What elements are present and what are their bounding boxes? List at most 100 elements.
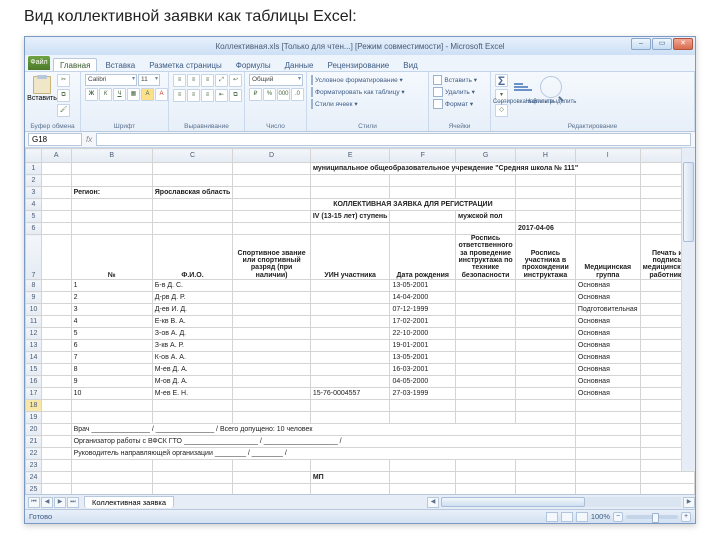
row-23[interactable]: 23 <box>26 460 695 472</box>
tab-layout[interactable]: Разметка страницы <box>143 59 228 71</box>
tab-nav-prev[interactable]: ◀ <box>41 497 53 508</box>
sort-filter-button[interactable]: Сортировка и фильтр <box>510 74 536 118</box>
format-cells-button[interactable]: Формат ▾ <box>433 98 477 109</box>
row-1[interactable]: 1муниципальное общеобразовательное учреж… <box>26 163 695 175</box>
row-11[interactable]: 114Е-кв В. А.17-02-2001Основная <box>26 316 695 328</box>
find-select-button[interactable]: Найти и выделить <box>538 74 564 118</box>
row-10[interactable]: 103Д-ев И. Д.07-12-1999Подготовительная <box>26 304 695 316</box>
row-17[interactable]: 1710М-ев Е. Н.15-76-000455727-03-1999Осн… <box>26 388 695 400</box>
row-21[interactable]: 21Организатор работы с ВФСК ГТО ________… <box>26 436 695 448</box>
close-button[interactable]: ✕ <box>673 38 693 50</box>
underline-button[interactable]: Ч <box>113 88 126 101</box>
row-18[interactable]: 18 <box>26 400 695 412</box>
inc-decimal-button[interactable]: .0 <box>291 88 304 101</box>
clear-button[interactable]: ◇ <box>495 104 508 117</box>
row-12[interactable]: 125З-ов А. Д.22-10-2000Основная <box>26 328 695 340</box>
autosum-button[interactable]: Σ <box>495 74 508 87</box>
hscroll-thumb[interactable] <box>441 497 585 507</box>
scroll-left-button[interactable]: ◀ <box>427 497 439 508</box>
zoom-controls: 100% − + <box>546 512 691 522</box>
row-9[interactable]: 92Д-рв Д. Р.14-04-2000Основная <box>26 292 695 304</box>
ribbon-body: Вставить ✂ ⧉ 🖌 Буфер обмена Calibri 11 <box>25 71 695 131</box>
vertical-scrollbar[interactable] <box>681 148 695 471</box>
tab-formulas[interactable]: Формулы <box>230 59 277 71</box>
row-5[interactable]: 5IV (13-15 лет) ступеньмужской пол <box>26 211 695 223</box>
row-15[interactable]: 158М-ев Д. А.16-03-2001Основная <box>26 364 695 376</box>
copy-icon[interactable]: ⧉ <box>57 89 70 102</box>
clipboard-label: Буфер обмена <box>29 123 76 131</box>
view-break-button[interactable] <box>576 512 588 522</box>
bold-button[interactable]: Ж <box>85 88 98 101</box>
format-painter-icon[interactable]: 🖌 <box>57 104 70 117</box>
row-14[interactable]: 147К-ов А. А.13-05-2001Основная <box>26 352 695 364</box>
tab-insert[interactable]: Вставка <box>99 59 141 71</box>
zoom-in-button[interactable]: + <box>681 512 691 522</box>
align-center-button[interactable]: ≡ <box>187 89 200 102</box>
orientation-button[interactable]: ⤢ <box>215 74 228 87</box>
font-name-dropdown[interactable]: Calibri <box>85 74 137 86</box>
currency-button[interactable]: ₽ <box>249 88 262 101</box>
conditional-formatting-button[interactable]: Условное форматирование ▾ <box>311 74 355 85</box>
row-7[interactable]: 7№Ф.И.О.Спортивное звание или спортивный… <box>26 235 695 280</box>
fill-color-button[interactable]: А <box>141 88 154 101</box>
font-size-dropdown[interactable]: 11 <box>138 74 160 86</box>
align-middle-button[interactable]: ≡ <box>187 74 200 87</box>
row-22[interactable]: 22Руководитель направляющей организации … <box>26 448 695 460</box>
format-as-table-button[interactable]: Форматировать как таблицу ▾ <box>311 86 355 97</box>
row-4[interactable]: 4КОЛЛЕКТИВНАЯ ЗАЯВКА ДЛЯ РЕГИСТРАЦИИ <box>26 199 695 211</box>
row-3[interactable]: 3Регион:Ярославская область <box>26 187 695 199</box>
align-right-button[interactable]: ≡ <box>201 89 214 102</box>
row-20[interactable]: 20Врач _______________ / _______________… <box>26 424 695 436</box>
paste-button[interactable]: Вставить <box>29 74 55 118</box>
merge-button[interactable]: ⧉ <box>229 89 242 102</box>
fx-icon[interactable]: fx <box>86 135 92 144</box>
sheet-tab[interactable]: Коллективная заявка <box>84 496 174 508</box>
italic-button[interactable]: К <box>99 88 112 101</box>
tab-nav-next[interactable]: ▶ <box>54 497 66 508</box>
name-box[interactable]: G18 <box>28 133 82 146</box>
paste-icon <box>33 76 51 94</box>
align-left-button[interactable]: ≡ <box>173 89 186 102</box>
view-normal-button[interactable] <box>546 512 558 522</box>
scroll-right-button[interactable]: ▶ <box>683 497 695 508</box>
cut-icon[interactable]: ✂ <box>57 74 70 87</box>
delete-cells-button[interactable]: Удалить ▾ <box>433 86 477 97</box>
number-format-dropdown[interactable]: Общий <box>249 74 303 86</box>
row-16[interactable]: 169М-ов Д. А.04-05-2000Основная <box>26 376 695 388</box>
wrap-text-button[interactable]: ↩ <box>229 74 242 87</box>
tab-review[interactable]: Рецензирование <box>321 59 395 71</box>
zoom-slider[interactable] <box>626 515 678 519</box>
scroll-thumb[interactable] <box>683 162 694 242</box>
column-headers[interactable]: ABCDEFGHI <box>26 149 695 163</box>
tab-nav-last[interactable]: ⏭ <box>67 497 79 508</box>
zoom-out-button[interactable]: − <box>613 512 623 522</box>
formula-bar-row: G18 fx <box>25 132 695 148</box>
minimize-button[interactable]: – <box>631 38 651 50</box>
indent-dec-button[interactable]: ⇤ <box>215 89 228 102</box>
align-bottom-button[interactable]: ≡ <box>201 74 214 87</box>
tab-view[interactable]: Вид <box>397 59 423 71</box>
horizontal-scrollbar[interactable]: ◀ ▶ <box>427 494 695 509</box>
view-layout-button[interactable] <box>561 512 573 522</box>
file-tab[interactable]: Файл <box>28 56 50 70</box>
tab-data[interactable]: Данные <box>279 59 320 71</box>
cell-styles-button[interactable]: Стили ячеек ▾ <box>311 98 355 109</box>
worksheet-area[interactable]: ABCDEFGHI 1муниципальное общеобразовател… <box>25 148 695 500</box>
grid[interactable]: ABCDEFGHI 1муниципальное общеобразовател… <box>25 148 695 496</box>
row-13[interactable]: 136З-кв А. Р.19-01-2001Основная <box>26 340 695 352</box>
comma-button[interactable]: 000 <box>277 88 290 101</box>
align-top-button[interactable]: ≡ <box>173 74 186 87</box>
row-24[interactable]: 24МП <box>26 472 695 484</box>
insert-cells-button[interactable]: Вставить ▾ <box>433 74 477 85</box>
row-8[interactable]: 81Б-в Д. С.13-05-2001Основная <box>26 280 695 292</box>
percent-button[interactable]: % <box>263 88 276 101</box>
border-button[interactable]: ▦ <box>127 88 140 101</box>
tab-nav-first[interactable]: ⏮ <box>28 497 40 508</box>
row-2[interactable]: 2 <box>26 175 695 187</box>
row-19[interactable]: 19 <box>26 412 695 424</box>
formula-bar[interactable] <box>96 133 691 146</box>
row-6[interactable]: 62017-04-06 <box>26 223 695 235</box>
font-color-button[interactable]: А <box>155 88 168 101</box>
maximize-button[interactable]: ▭ <box>652 38 672 50</box>
tab-home[interactable]: Главная <box>53 58 97 71</box>
